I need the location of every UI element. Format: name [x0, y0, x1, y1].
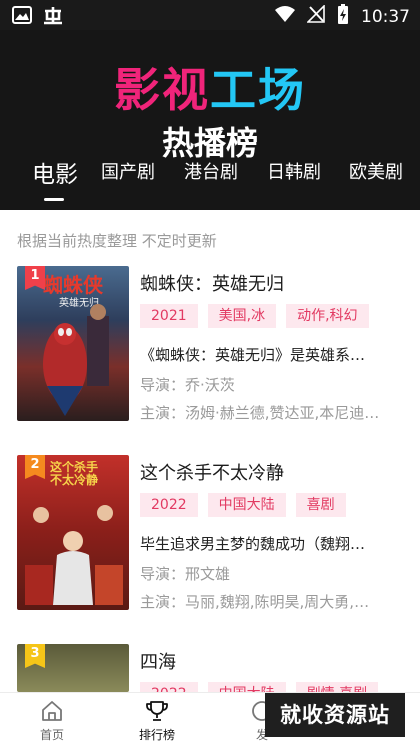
tag-genre: 喜剧: [295, 493, 346, 517]
rank-badge: 3: [25, 644, 45, 668]
tag-genre: 动作,科幻: [286, 304, 369, 328]
home-icon: [42, 701, 62, 721]
image-icon: [12, 6, 32, 29]
update-notice: 根据当前热度整理 不定时更新: [17, 232, 217, 250]
movie-description: 毕生追求男主梦的魏成功（魏翔…: [140, 535, 366, 553]
movie-cast: 主演：马丽,魏翔,陈明昊,周大勇,…: [140, 593, 370, 611]
status-time: 10:37: [361, 6, 410, 27]
killer-poster-art: 这个杀手不太冷静: [25, 461, 123, 605]
brand-logo: 影视工场: [0, 54, 420, 120]
nav-label: 首页: [39, 728, 64, 742]
brand-part1: 影视: [114, 63, 210, 117]
poster-title: 这个杀手不太冷静: [49, 461, 98, 487]
tag-year: 2021: [140, 304, 198, 328]
poster-image[interactable]: 这个杀手不太冷静 2: [17, 455, 129, 610]
movie-director: 导演：乔·沃茨: [140, 376, 235, 394]
poster-image[interactable]: 3: [17, 644, 129, 692]
poster-title: 蜘蛛侠: [43, 273, 104, 297]
tag-list: 2021 美国,冰 动作,科幻: [140, 304, 369, 328]
tag-region: 美国,冰: [207, 304, 277, 328]
tab-movie[interactable]: 电影: [32, 155, 78, 189]
movie-description: 《蜘蛛侠：英雄无归》是英雄系…: [140, 346, 366, 364]
poster-image[interactable]: 蜘蛛侠 英雄无归 1: [17, 266, 129, 421]
tag-list: 2022 中国大陆 喜剧: [140, 493, 346, 517]
tag-region: 中国大陆: [207, 493, 286, 517]
tag-year: 2022: [140, 493, 198, 517]
nav-home[interactable]: 首页: [12, 693, 92, 746]
brand-part2: 工场: [210, 63, 306, 117]
active-tab-indicator: [44, 198, 64, 201]
status-bar: 10:37: [0, 0, 420, 30]
trophy-icon: [146, 701, 168, 721]
tab-hk-tw-series[interactable]: 港台剧: [184, 158, 238, 184]
nav-label: 排行榜: [138, 728, 175, 742]
header: 影视工场 热播榜 电影 国产剧 港台剧 日韩剧 欧美剧: [0, 30, 420, 210]
spiderman-poster-art: 蜘蛛侠 英雄无归: [43, 273, 109, 416]
battery-charging-icon: [337, 4, 349, 29]
movie-title[interactable]: 蜘蛛侠：英雄无归: [140, 270, 284, 296]
category-tabs: 电影 国产剧 港台剧 日韩剧 欧美剧: [0, 158, 420, 198]
movie-title[interactable]: 这个杀手不太冷静: [140, 459, 284, 485]
movie-director: 导演：邢文雄: [140, 565, 231, 583]
no-signal-icon: [306, 4, 325, 28]
tab-domestic-series[interactable]: 国产剧: [101, 158, 155, 184]
movie-title[interactable]: 四海: [140, 648, 176, 674]
tab-western-series[interactable]: 欧美剧: [349, 158, 403, 184]
tab-jp-kr-series[interactable]: 日韩剧: [267, 158, 321, 184]
bug-app-icon: [42, 5, 64, 30]
nav-ranking[interactable]: 排行榜: [117, 693, 197, 746]
movie-cast: 主演：汤姆·赫兰德,赞达亚,本尼迪…: [140, 404, 380, 422]
wifi-icon: [275, 5, 295, 28]
watermark-badge: 就收资源站: [265, 693, 405, 737]
